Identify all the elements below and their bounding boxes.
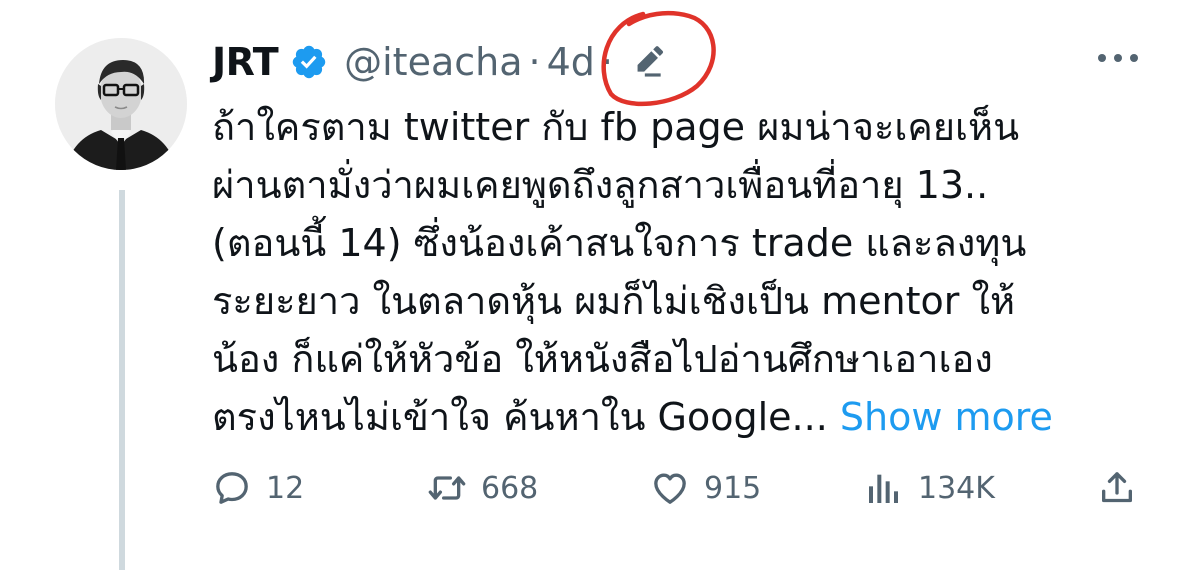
action-bar: 12 668 915 134K: [212, 464, 1152, 512]
share-upload-icon: [1102, 472, 1132, 503]
views-chart-icon: [869, 474, 898, 503]
like-count: 915: [704, 470, 762, 506]
more-dots-icon[interactable]: [1095, 48, 1141, 68]
separator-dot: ·: [528, 40, 541, 84]
author-name[interactable]: JRT: [212, 40, 279, 84]
avatar-photo: [55, 38, 187, 170]
tweet-text-tail: ตรงไหนไม่เข้าใจ ค้นหาใน Google...: [212, 395, 828, 439]
share-button[interactable]: [1097, 464, 1137, 512]
avatar[interactable]: [55, 38, 187, 170]
edited-pencil-icon[interactable]: [629, 43, 667, 81]
tweet-text-line: ระยะยาว ในตลาดหุ้น ผมก็ไม่เชิงเป็น mento…: [212, 279, 1016, 323]
verified-badge-icon: [290, 43, 328, 81]
heart-icon: [654, 473, 686, 504]
tweet-text-line-last: ตรงไหนไม่เข้าใจ ค้นหาใน Google... Show m…: [212, 388, 1172, 446]
reply-count: 12: [266, 470, 305, 506]
timestamp[interactable]: 4d: [547, 40, 595, 84]
retweet-icon: [428, 476, 466, 500]
tweet-header: JRT @iteacha · 4d ·: [212, 34, 667, 90]
tweet-text-line: ถ้าใครตาม twitter กับ fb page ผมน่าจะเคย…: [212, 105, 1020, 149]
views-button[interactable]: 134K: [864, 464, 995, 512]
reply-bubble-icon: [216, 472, 248, 504]
tweet-text-line: น้อง ก็แค่ให้หัวข้อ ให้หนังสือไปอ่านศึกษ…: [212, 337, 993, 381]
tweet-text-line: ผ่านตามั่งว่าผมเคยพูดถึงลูกสาวเพื่อนที่อ…: [212, 163, 989, 207]
retweet-button[interactable]: 668: [427, 464, 538, 512]
tweet-text: ถ้าใครตาม twitter กับ fb page ผมน่าจะเคย…: [212, 98, 1172, 446]
reply-button[interactable]: 12: [212, 464, 304, 512]
thread-line: [119, 190, 125, 570]
author-handle[interactable]: @iteacha: [344, 40, 522, 84]
show-more-link[interactable]: Show more: [840, 395, 1053, 439]
like-button[interactable]: 915: [650, 464, 761, 512]
separator-dot: ·: [600, 40, 614, 84]
views-count: 134K: [918, 470, 995, 506]
retweet-count: 668: [481, 470, 539, 506]
tweet-text-line: (ตอนนี้ 14) ซึ่งน้องเค้าสนใจการ trade แล…: [212, 221, 1027, 265]
